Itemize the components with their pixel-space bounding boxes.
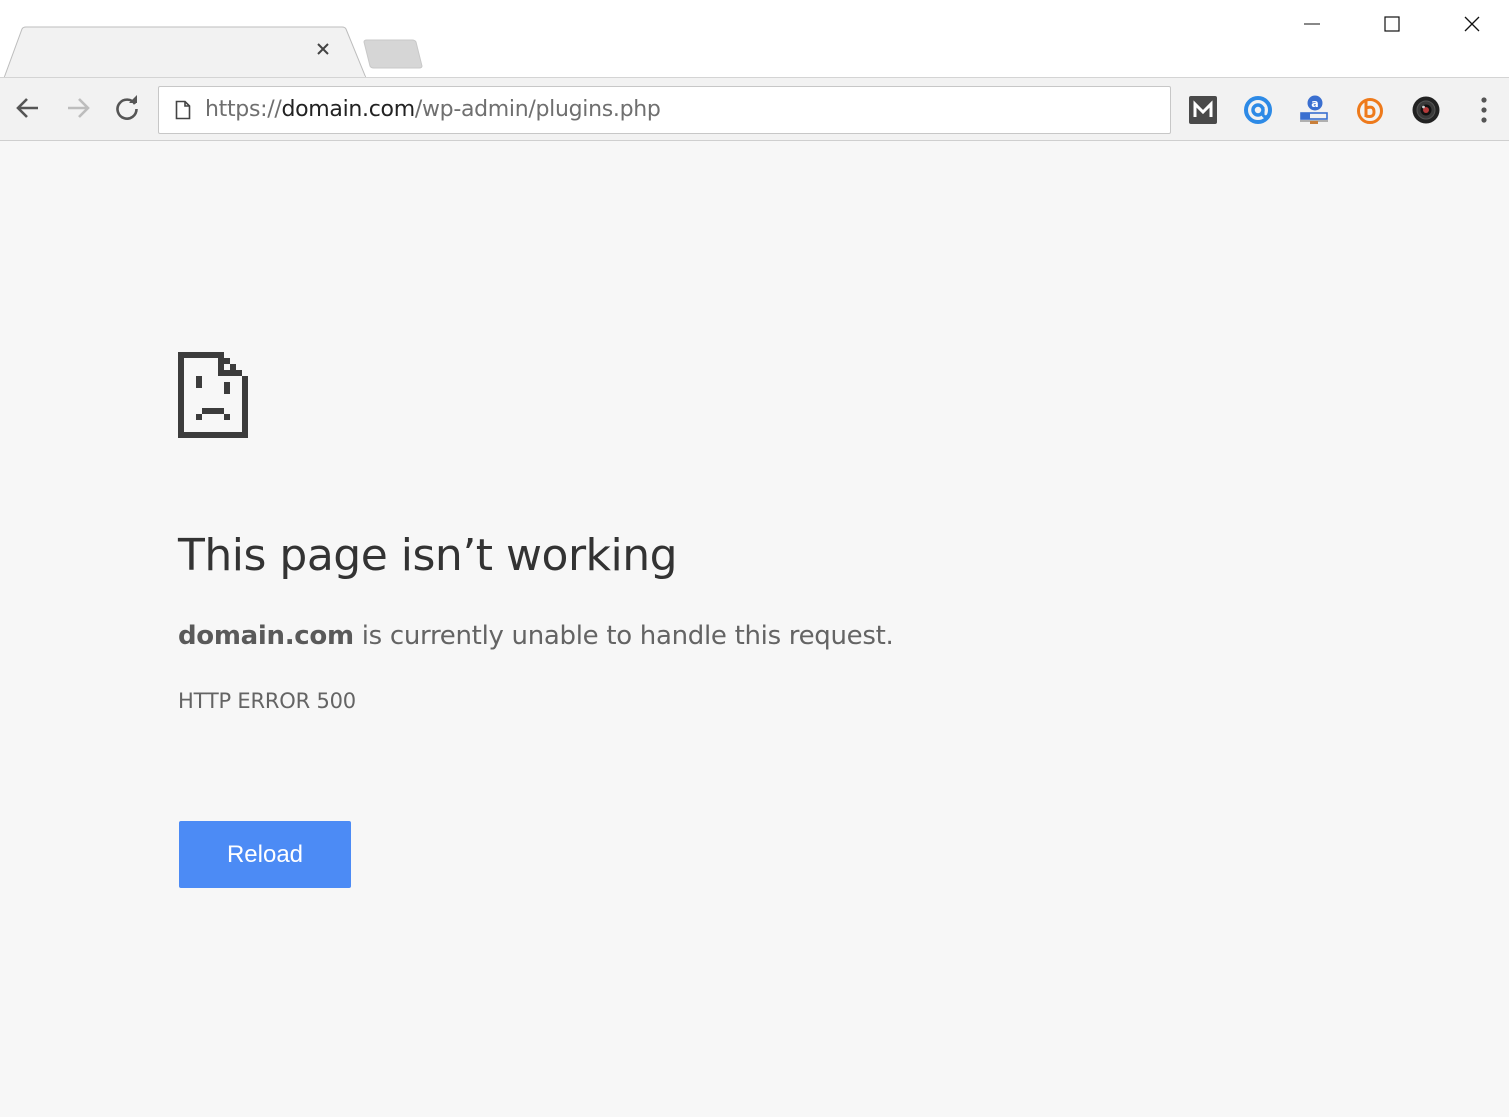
error-summary: domain.com is currently unable to handle… xyxy=(178,618,894,654)
window-minimize-button[interactable] xyxy=(1272,0,1352,48)
window-close-button[interactable] xyxy=(1432,0,1509,48)
new-tab-button[interactable] xyxy=(360,38,426,70)
page-icon xyxy=(175,100,191,120)
extension-camera-icon xyxy=(1412,96,1440,124)
back-button[interactable] xyxy=(10,90,46,126)
browser-tab[interactable] xyxy=(0,26,380,78)
extension-at-button[interactable] xyxy=(1242,94,1274,126)
window-maximize-button[interactable] xyxy=(1352,0,1432,48)
extension-at-icon xyxy=(1244,96,1272,124)
error-summary-host: domain.com xyxy=(178,621,354,651)
reload-icon xyxy=(116,95,138,120)
extension-b-button[interactable] xyxy=(1354,94,1386,126)
extension-m-icon xyxy=(1189,96,1217,124)
error-summary-text: is currently unable to handle this reque… xyxy=(353,621,894,651)
url-scheme: https:// xyxy=(205,97,282,122)
arrow-right-icon xyxy=(68,98,90,118)
url-path: /wp-admin/plugins.php xyxy=(414,97,661,122)
error-code: HTTP ERROR 500 xyxy=(178,689,356,713)
extension-camera-button[interactable] xyxy=(1410,94,1442,126)
browser-toolbar: https://domain.com/wp-admin/plugins.php … xyxy=(0,77,1509,141)
error-title: This page isn’t working xyxy=(178,530,678,581)
extension-a-button[interactable]: a xyxy=(1298,94,1330,126)
new-tab-icon xyxy=(363,39,423,69)
url-text[interactable]: https://domain.com/wp-admin/plugins.php xyxy=(205,97,661,123)
url-host: domain.com xyxy=(281,97,415,122)
extension-b-icon xyxy=(1357,98,1383,124)
close-icon xyxy=(1464,16,1480,32)
arrow-left-icon xyxy=(16,98,38,118)
reload-page-button[interactable] xyxy=(109,90,145,126)
forward-button[interactable] xyxy=(60,90,96,126)
title-bar xyxy=(0,0,1509,78)
kebab-menu-icon xyxy=(1481,97,1487,123)
close-icon xyxy=(317,43,329,55)
tab-close-button[interactable] xyxy=(316,42,338,64)
maximize-icon xyxy=(1384,16,1400,32)
minimize-icon xyxy=(1304,23,1320,25)
svg-text:a: a xyxy=(1311,97,1318,110)
sad-page-icon xyxy=(178,352,248,438)
reload-button[interactable]: Reload xyxy=(179,821,351,888)
address-bar[interactable]: https://domain.com/wp-admin/plugins.php xyxy=(158,86,1171,134)
extension-m-button[interactable] xyxy=(1187,94,1219,126)
browser-menu-button[interactable] xyxy=(1468,94,1500,126)
extension-a-icon: a xyxy=(1300,95,1328,124)
